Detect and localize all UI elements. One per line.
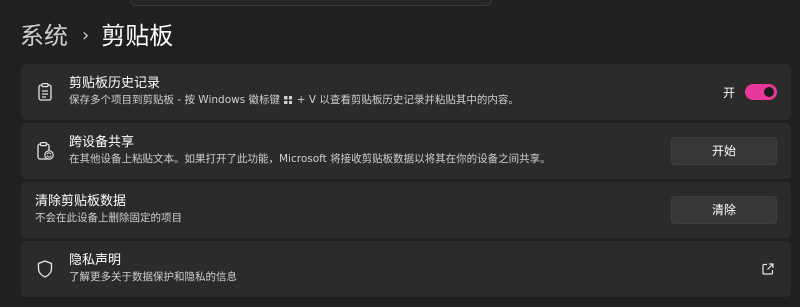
toggle-state-label: 开 [722,85,735,100]
search-box-remnant [130,0,492,6]
clipboard-icon [35,82,55,102]
external-link-icon[interactable] [761,261,775,275]
shield-icon [35,259,55,279]
breadcrumb: 系统 › 剪贴板 [20,18,173,54]
setting-cross-device-sharing[interactable]: 跨设备共享 在其他设备上粘贴文本。如果打开了此功能，Microsoft 将接收剪… [21,123,791,179]
setting-title: 隐私声明 [69,253,122,268]
start-button[interactable]: 开始 [671,137,777,165]
clipboard-history-toggle[interactable] [745,84,777,100]
breadcrumb-parent[interactable]: 系统 [20,18,68,54]
page-title: 剪贴板 [101,22,174,50]
setting-description: 了解更多关于数据保护和隐私的信息 [69,271,237,283]
setting-description: 在其他设备上粘贴文本。如果打开了此功能，Microsoft 将接收剪贴板数据以将… [69,153,551,165]
setting-description: 保存多个项目到剪贴板 - 按 Windows 徽标键 + V 以查看剪贴板历史记… [69,94,519,106]
setting-description: 不会在此设备上删除固定的项目 [35,212,182,224]
setting-title: 剪贴板历史记录 [69,76,161,91]
toggle-knob [764,87,774,97]
clipboard-sync-icon [35,141,55,161]
clipboard-history-toggle-group: 开 [723,81,777,103]
windows-logo-icon [284,96,293,104]
breadcrumb-separator: › [82,25,90,46]
setting-title: 清除剪贴板数据 [35,194,127,209]
setting-privacy-statement[interactable]: 隐私声明 了解更多关于数据保护和隐私的信息 [21,241,791,297]
setting-title: 跨设备共享 [69,135,135,150]
setting-clipboard-history[interactable]: 剪贴板历史记录 保存多个项目到剪贴板 - 按 Windows 徽标键 + V 以… [21,64,791,120]
clear-button[interactable]: 清除 [671,196,777,224]
setting-clear-clipboard: 清除剪贴板数据 不会在此设备上删除固定的项目 清除 [21,182,791,238]
